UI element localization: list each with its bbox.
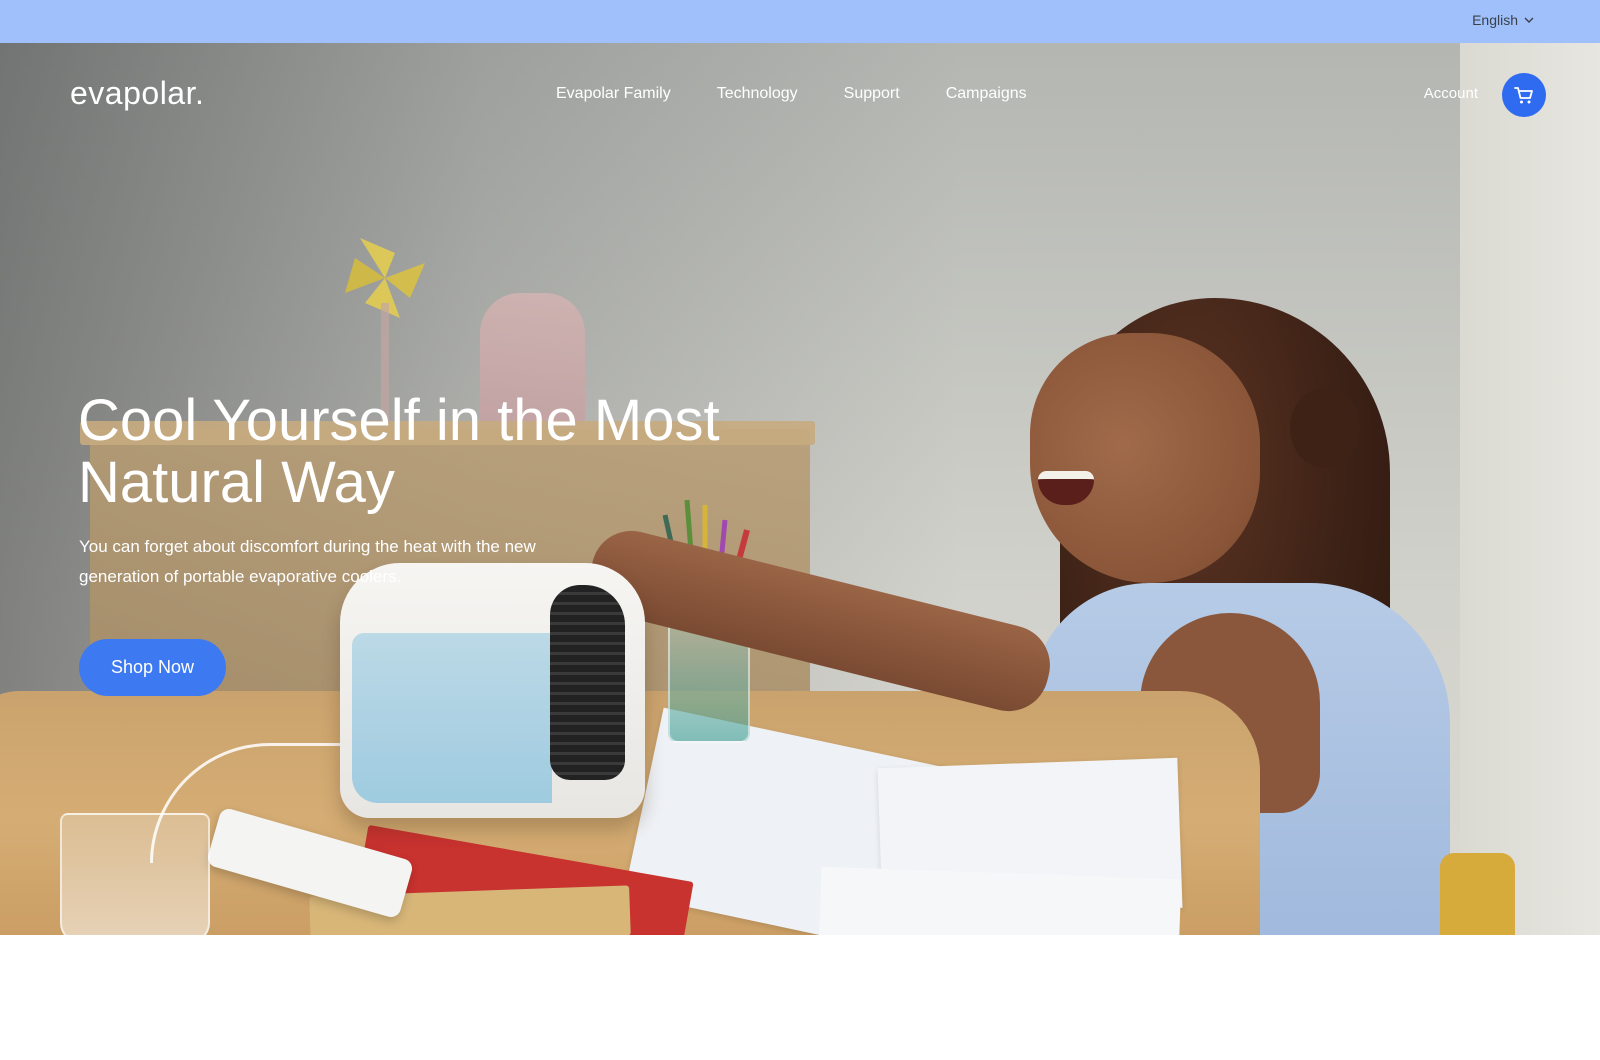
language-label: English — [1472, 12, 1518, 28]
nav-campaigns[interactable]: Campaigns — [946, 85, 1027, 103]
hero-title-line2: Natural Way — [78, 450, 395, 515]
chevron-down-icon — [1524, 17, 1534, 23]
shop-now-button[interactable]: Shop Now — [79, 639, 226, 696]
account-link[interactable]: Account — [1424, 85, 1478, 102]
nav-evapolar-family[interactable]: Evapolar Family — [556, 85, 671, 103]
main-nav: Evapolar Family Technology Support Campa… — [556, 85, 1027, 103]
logo[interactable]: evapolar. — [70, 75, 204, 112]
cart-button[interactable] — [1502, 73, 1546, 117]
hero-subtitle: You can forget about discomfort during t… — [79, 537, 536, 586]
language-bar: English — [0, 0, 1600, 43]
cooler-product — [340, 563, 645, 818]
cart-icon — [1514, 87, 1533, 104]
nav-support[interactable]: Support — [844, 85, 900, 103]
nav-technology[interactable]: Technology — [717, 85, 798, 103]
language-selector[interactable]: English — [1472, 12, 1534, 28]
hero-title-line1: Cool Yourself in the Most — [78, 388, 720, 453]
site-header: evapolar. Evapolar Family Technology Sup… — [0, 43, 1600, 147]
hero-title: Cool Yourself in the Most Natural Way — [78, 390, 798, 514]
